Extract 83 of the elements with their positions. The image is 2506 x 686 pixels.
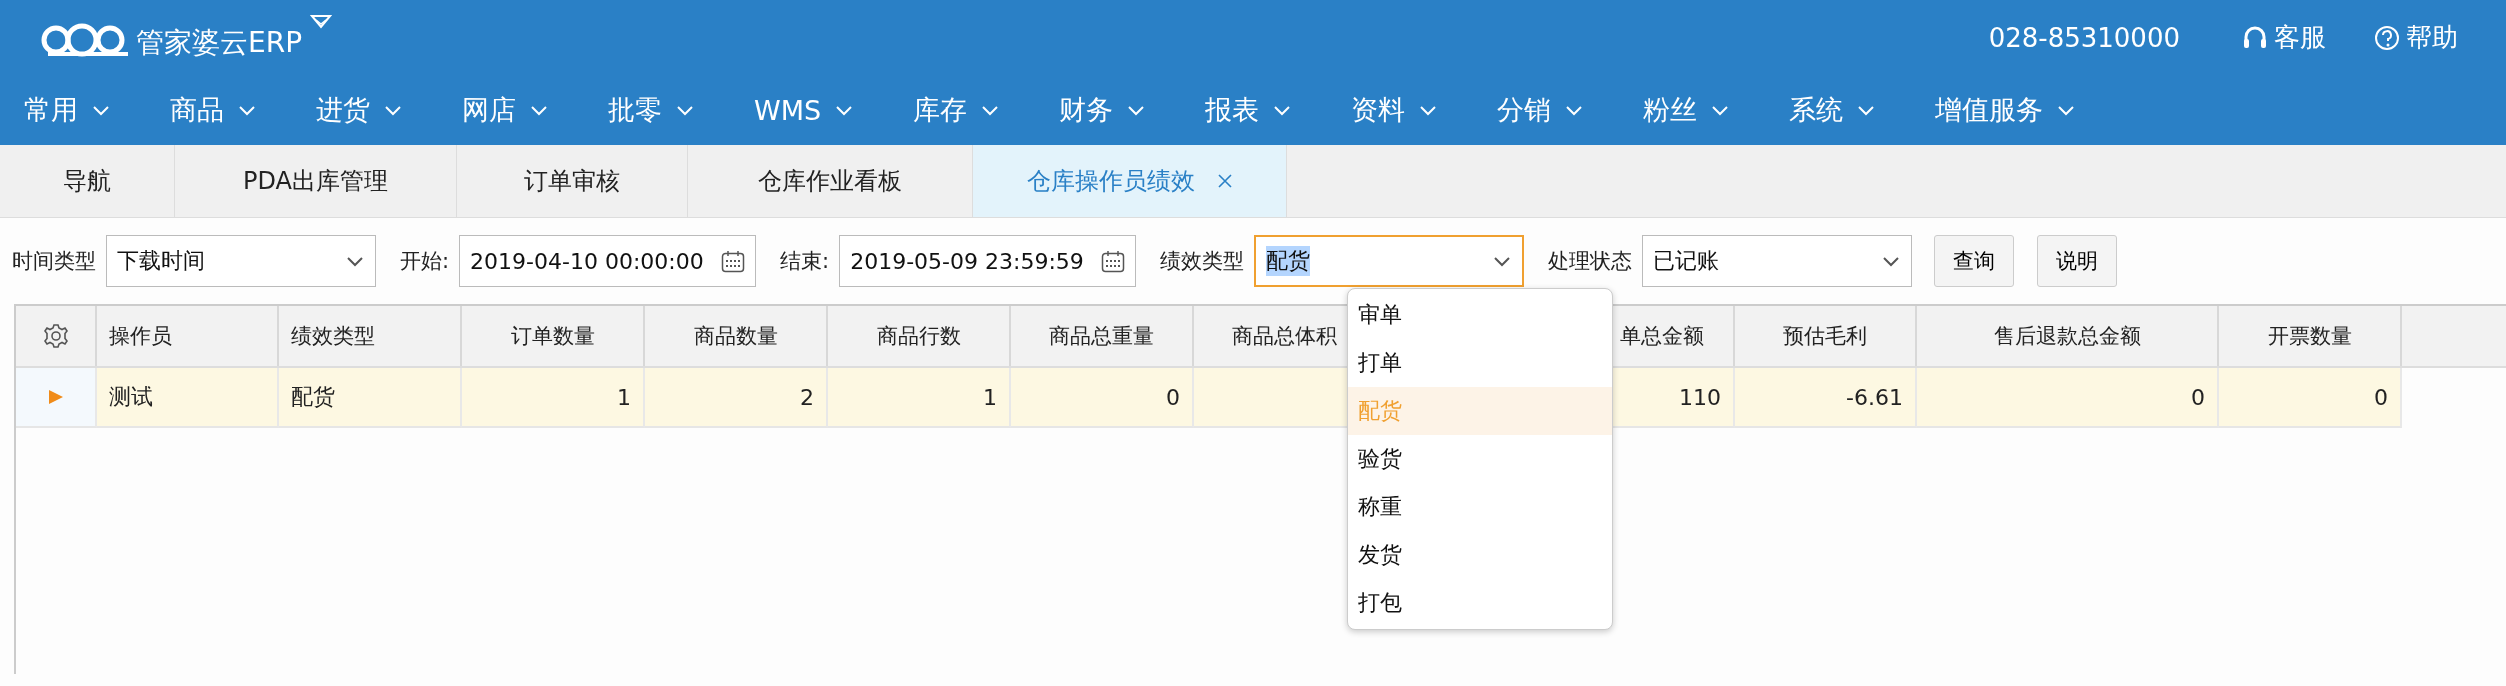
menu-item[interactable]: 系统 [1789, 92, 1876, 128]
dropdown-option[interactable]: 打包 [1348, 579, 1612, 627]
menu-item[interactable]: WMS [754, 94, 854, 126]
dropdown-option[interactable]: 发货 [1348, 531, 1612, 579]
column-header[interactable]: 开票数量 [2267, 322, 2352, 350]
chevron-down-icon [1565, 104, 1584, 116]
field-label: 结束: [780, 248, 830, 275]
column-header[interactable]: 售后退款总金额 [1993, 322, 2141, 350]
tab[interactable]: PDA出库管理 [175, 145, 457, 217]
field-label: 开始: [400, 248, 450, 275]
dropdown-field[interactable]: 已记账 [1642, 235, 1913, 287]
table-cell: 0 [1917, 368, 2219, 428]
headset-icon [2242, 24, 2268, 51]
menu-item[interactable]: 网店 [462, 92, 548, 128]
chevron-down-icon [2057, 104, 2076, 116]
table-cell: 1 [462, 368, 645, 428]
table-cell: 1 [828, 368, 1011, 428]
menu-item[interactable]: 商品 [170, 92, 256, 128]
field-label: 处理状态 [1548, 248, 1633, 275]
date-field[interactable]: 2019-04-10 00:00:00 [459, 235, 757, 287]
tab[interactable]: 导航 [0, 145, 175, 217]
date-field[interactable]: 2019-05-09 23:59:59 [839, 235, 1137, 287]
table-cell: 测试 [97, 368, 279, 428]
menu-item[interactable]: 报表 [1205, 92, 1292, 128]
chevron-down-icon [1273, 104, 1292, 116]
help-icon [2374, 24, 2400, 51]
menu-item[interactable]: 财务 [1059, 92, 1146, 128]
dropdown-field[interactable]: 下载时间 [106, 235, 376, 287]
menu-item[interactable]: 库存 [913, 92, 1000, 128]
chevron-down-icon [676, 104, 694, 116]
diamond-icon[interactable] [310, 13, 333, 30]
dropdown-option[interactable]: 验货 [1348, 435, 1612, 483]
button[interactable]: 查询 [1934, 235, 2015, 287]
dropdown-option[interactable]: 审单 [1348, 291, 1612, 339]
column-header[interactable]: 操作员 [109, 322, 172, 350]
column-header[interactable]: 商品行数 [876, 322, 961, 350]
chevron-down-icon [1711, 104, 1730, 116]
calendar-icon[interactable] [721, 249, 746, 273]
menu-item[interactable]: 进货 [316, 92, 402, 128]
logo-text: 管家婆云ERP [136, 24, 303, 61]
header-link[interactable]: 客服 [2242, 20, 2326, 55]
table-cell: 2 [645, 368, 828, 428]
chevron-down-icon [1127, 104, 1146, 116]
chevron-down-icon [384, 104, 402, 116]
dropdown-field[interactable]: 配货 [1254, 235, 1525, 287]
field-label: 绩效类型 [1160, 248, 1245, 275]
chevron-down-icon [92, 104, 110, 116]
column-header[interactable]: 商品数量 [693, 322, 778, 350]
table-cell: 配货 [279, 368, 462, 428]
tab[interactable]: 仓库操作员绩效 [973, 145, 1287, 217]
column-header[interactable]: 单总金额 [1619, 322, 1704, 350]
table-cell: 0 [1011, 368, 1194, 428]
menu-item[interactable]: 批零 [608, 92, 694, 128]
column-header[interactable]: 预估毛利 [1783, 322, 1867, 350]
phone-number: 028-85310000 [1988, 22, 2180, 53]
menu-item[interactable]: 粉丝 [1643, 92, 1730, 128]
column-header[interactable]: 绩效类型 [291, 322, 375, 350]
column-header[interactable]: 商品总体积 [1232, 322, 1337, 350]
chevron-down-icon [345, 255, 365, 267]
chevron-down-icon [835, 104, 854, 116]
menu-item[interactable]: 常用 [24, 92, 110, 128]
column-header[interactable]: 订单数量 [510, 322, 595, 350]
table-cell: 0 [2219, 368, 2402, 428]
dropdown-option[interactable]: 称重 [1348, 483, 1612, 531]
close-icon[interactable] [1216, 173, 1233, 189]
menu-item[interactable]: 资料 [1351, 92, 1438, 128]
chevron-down-icon [530, 104, 548, 116]
menu-item[interactable]: 分销 [1497, 92, 1584, 128]
chevron-down-icon [238, 104, 256, 116]
menu-item[interactable]: 增值服务 [1935, 92, 2076, 128]
settings-icon[interactable] [42, 323, 69, 349]
chevron-down-icon [1881, 255, 1902, 267]
table-cell: -6.61 [1735, 368, 1917, 428]
header-link[interactable]: 帮助 [2374, 20, 2458, 55]
column-header[interactable]: 商品总重量 [1049, 322, 1154, 350]
calendar-icon[interactable] [1101, 249, 1126, 273]
button[interactable]: 说明 [2037, 235, 2118, 287]
chevron-down-icon [1419, 104, 1438, 116]
chevron-down-icon [1857, 104, 1876, 116]
chevron-down-icon [981, 104, 1000, 116]
field-label: 时间类型 [12, 248, 96, 275]
tab[interactable]: 订单审核 [457, 145, 688, 217]
chevron-down-icon [1492, 255, 1513, 267]
